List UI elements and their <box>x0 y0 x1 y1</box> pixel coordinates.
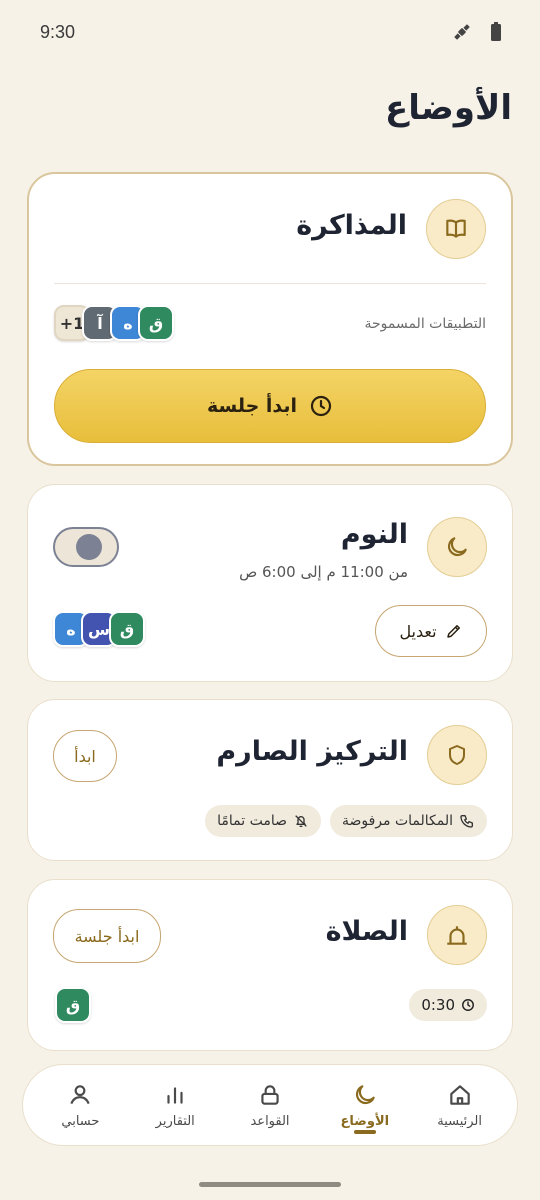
silent-label: صامت تمامًا <box>217 813 287 829</box>
sleep-schedule: من 11:00 م إلى 6:00 ص <box>239 563 408 581</box>
nav-item-reports[interactable]: التقارير <box>130 1070 220 1140</box>
battery-icon <box>491 22 501 41</box>
nav-item-account[interactable]: حسابي <box>35 1070 125 1140</box>
status-time: 9:30 <box>40 21 76 42</box>
study-mode-card[interactable]: المذاكرة التطبيقات المسموحة +1 آ ه ق ابد… <box>27 172 513 466</box>
satellite-icon <box>454 24 470 40</box>
prayer-mode-icon-badge <box>427 905 487 965</box>
silent-tag: صامت تمامًا <box>205 805 321 837</box>
mosque-icon <box>447 926 467 945</box>
start-label: ابدأ <box>74 746 96 766</box>
sleep-mode-title: النوم <box>340 519 408 550</box>
clock-icon <box>462 999 474 1011</box>
prayer-mode-title: الصلاة <box>325 916 408 947</box>
divider <box>54 283 486 284</box>
strict-focus-mode-card[interactable]: التركيز الصارم ابدأ المكالمات مرفوضة صام… <box>27 699 513 861</box>
sleep-mode-toggle[interactable] <box>53 527 119 567</box>
active-indicator <box>353 1130 376 1134</box>
allowed-apps-stack[interactable]: +1 آ ه ق <box>54 305 174 341</box>
sleep-mode-icon-badge <box>427 517 487 577</box>
user-icon <box>70 1084 91 1104</box>
edit-button[interactable]: تعديل <box>375 605 487 657</box>
strict-focus-icon-badge <box>427 725 487 785</box>
lock-icon <box>261 1084 279 1105</box>
bottom-navigation: الرئيسية الأوضاع القواعد التقارير حسابي <box>22 1064 518 1146</box>
start-session-label: ابدأ جلسة <box>206 395 298 417</box>
sleep-mode-card[interactable]: النوم من 11:00 م إلى 6:00 ص تعديل ه س ق <box>27 484 513 682</box>
app-chip: ق <box>109 611 145 647</box>
clock-icon <box>310 395 332 417</box>
allowed-apps-stack[interactable]: ه س ق <box>53 611 145 647</box>
duration-badge: 0:30 <box>409 989 487 1021</box>
calls-rejected-tag: المكالمات مرفوضة <box>329 805 487 837</box>
calls-rejected-label: المكالمات مرفوضة <box>341 813 453 829</box>
strict-focus-title: التركيز الصارم <box>216 736 408 767</box>
prayer-mode-card[interactable]: الصلاة ابدأ جلسة 0:30 ق <box>27 879 513 1051</box>
page-title: الأوضاع <box>385 88 512 128</box>
nav-label: حسابي <box>61 1113 100 1129</box>
moon-icon <box>355 1084 375 1104</box>
app-chip: ق <box>138 305 174 341</box>
app-chip: ق <box>55 987 91 1023</box>
edit-label: تعديل <box>399 621 437 641</box>
status-bar: 9:30 <box>0 0 540 64</box>
nav-item-home[interactable]: الرئيسية <box>415 1070 505 1140</box>
toggle-knob <box>76 534 102 560</box>
start-button[interactable]: ابدأ <box>53 730 117 782</box>
shield-icon <box>449 745 465 765</box>
duration-label: 0:30 <box>421 996 455 1014</box>
nav-label: الرئيسية <box>437 1113 482 1129</box>
allowed-apps-stack[interactable]: ق <box>55 987 91 1023</box>
study-mode-icon-badge <box>426 199 486 259</box>
nav-label: التقارير <box>155 1113 195 1129</box>
home-indicator-bar[interactable] <box>199 1182 341 1187</box>
home-icon <box>449 1084 470 1105</box>
pencil-icon <box>446 625 460 638</box>
study-mode-title: المذاكرة <box>296 210 407 241</box>
nav-item-modes[interactable]: الأوضاع <box>320 1070 410 1140</box>
moon-icon <box>447 537 467 557</box>
nav-label: الأوضاع <box>340 1113 390 1129</box>
nav-item-rules[interactable]: القواعد <box>225 1070 315 1140</box>
nav-label: القواعد <box>250 1113 290 1129</box>
status-icons <box>452 22 502 42</box>
start-session-button[interactable]: ابدأ جلسة <box>54 369 486 443</box>
allowed-apps-label: التطبيقات المسموحة <box>364 316 486 332</box>
phone-icon <box>460 815 473 828</box>
book-icon <box>446 219 466 238</box>
start-session-button[interactable]: ابدأ جلسة <box>53 909 161 963</box>
start-session-label: ابدأ جلسة <box>74 926 140 946</box>
bell-off-icon <box>295 815 307 827</box>
bar-chart-icon <box>167 1086 183 1104</box>
